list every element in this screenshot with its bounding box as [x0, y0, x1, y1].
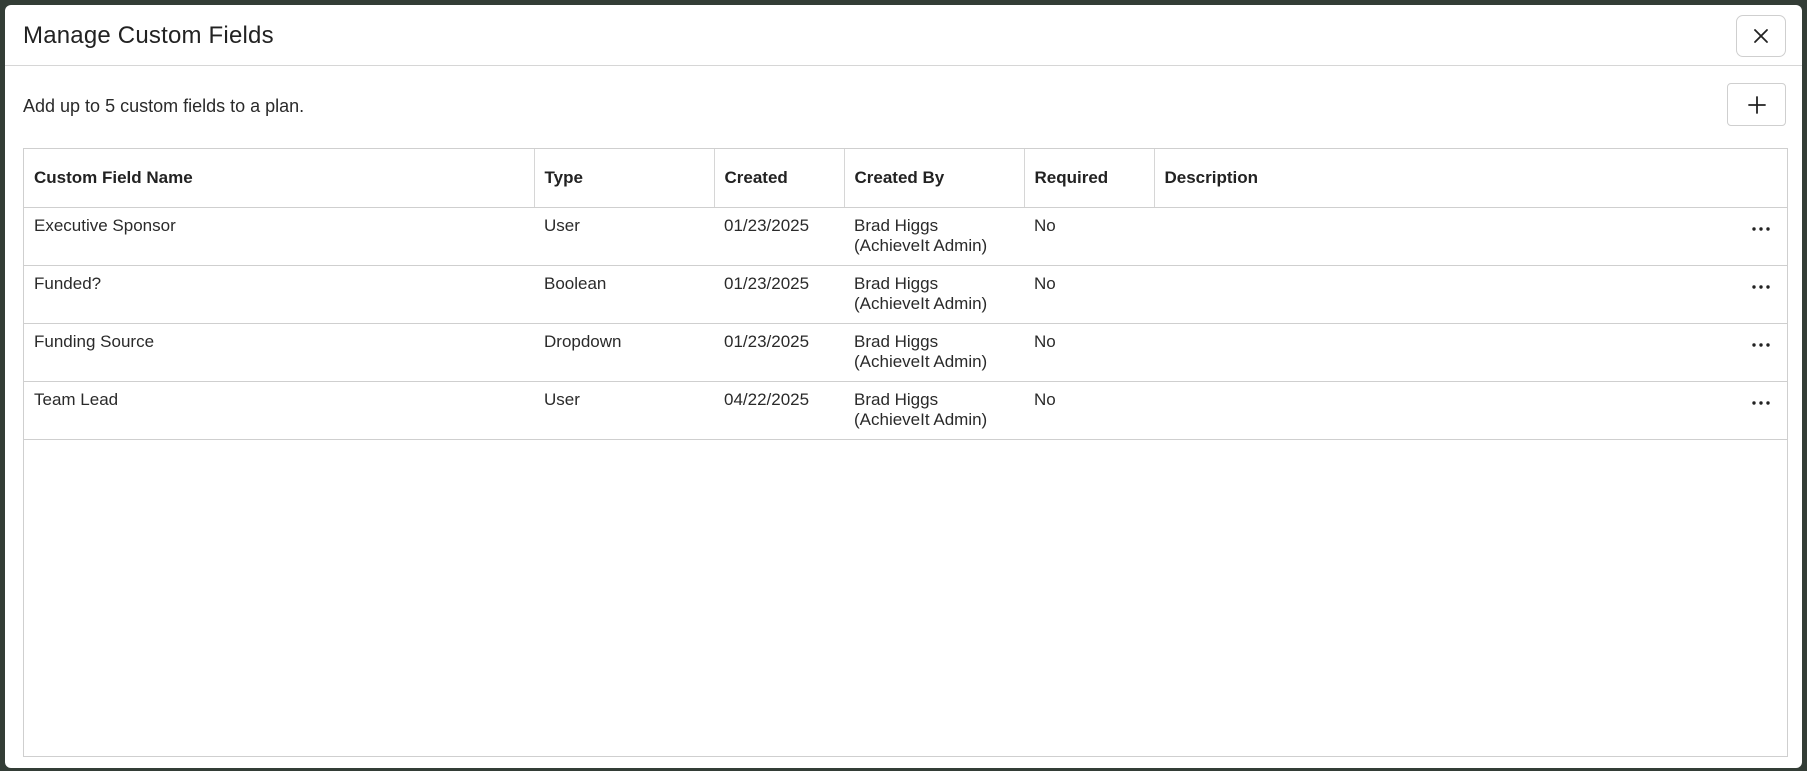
cell-actions: [1737, 323, 1787, 382]
dialog-title: Manage Custom Fields: [23, 22, 274, 49]
cell-required: No: [1024, 265, 1154, 324]
created-by-name: Brad Higgs: [854, 331, 939, 351]
close-button[interactable]: [1736, 15, 1786, 57]
cell-name: Funded?: [24, 265, 534, 324]
table-row[interactable]: Funding Source Dropdown 01/23/2025 Brad …: [24, 323, 1787, 382]
cell-type: User: [534, 381, 714, 440]
column-header-created[interactable]: Created: [714, 149, 845, 208]
cell-type: Dropdown: [534, 323, 714, 382]
column-header-created-by[interactable]: Created By: [844, 149, 1025, 208]
cell-actions: [1737, 265, 1787, 324]
cell-name: Funding Source: [24, 323, 534, 382]
cell-created: 01/23/2025: [714, 265, 844, 324]
table-row[interactable]: Team Lead User 04/22/2025 Brad Higgs (Ac…: [24, 381, 1787, 440]
column-header-name[interactable]: Custom Field Name: [24, 149, 535, 208]
column-header-type[interactable]: Type: [534, 149, 715, 208]
cell-name: Executive Sponsor: [24, 207, 534, 266]
created-by-name: Brad Higgs: [854, 389, 939, 409]
ellipsis-icon: [1752, 400, 1770, 405]
cell-created: 01/23/2025: [714, 207, 844, 266]
cell-type: Boolean: [534, 265, 714, 324]
created-by-role: (AchieveIt Admin): [854, 351, 988, 371]
row-menu-button[interactable]: [1747, 219, 1775, 239]
cell-actions: [1737, 207, 1787, 266]
cell-created-by: Brad Higgs (AchieveIt Admin): [844, 265, 1024, 324]
table-row[interactable]: Executive Sponsor User 01/23/2025 Brad H…: [24, 207, 1787, 266]
cell-actions: [1737, 381, 1787, 440]
cell-created-by: Brad Higgs (AchieveIt Admin): [844, 381, 1024, 440]
cell-name: Team Lead: [24, 381, 534, 440]
plus-icon: [1747, 95, 1766, 114]
row-menu-button[interactable]: [1747, 393, 1775, 413]
dialog-header: Manage Custom Fields: [5, 5, 1802, 66]
cell-required: No: [1024, 323, 1154, 382]
cell-description: [1154, 323, 1737, 382]
cell-required: No: [1024, 381, 1154, 440]
table-header-row: Custom Field Name Type Created Created B…: [24, 149, 1787, 208]
cell-required: No: [1024, 207, 1154, 266]
cell-created: 04/22/2025: [714, 381, 844, 440]
close-icon: [1754, 29, 1768, 43]
created-by-role: (AchieveIt Admin): [854, 235, 988, 255]
column-header-description[interactable]: Description: [1154, 149, 1787, 208]
ellipsis-icon: [1752, 284, 1770, 289]
cell-description: [1154, 265, 1737, 324]
ellipsis-icon: [1752, 226, 1770, 231]
column-header-required[interactable]: Required: [1024, 149, 1155, 208]
row-menu-button[interactable]: [1747, 335, 1775, 355]
cell-created: 01/23/2025: [714, 323, 844, 382]
manage-custom-fields-dialog: Manage Custom Fields Add up to 5 custom …: [5, 5, 1802, 768]
cell-created-by: Brad Higgs (AchieveIt Admin): [844, 323, 1024, 382]
cell-description: [1154, 207, 1737, 266]
created-by-name: Brad Higgs: [854, 215, 939, 235]
cell-type: User: [534, 207, 714, 266]
table-row[interactable]: Funded? Boolean 01/23/2025 Brad Higgs (A…: [24, 265, 1787, 324]
created-by-role: (AchieveIt Admin): [854, 293, 988, 313]
dialog-intro-text: Add up to 5 custom fields to a plan.: [23, 96, 305, 116]
add-custom-field-button[interactable]: [1727, 83, 1786, 126]
created-by-name: Brad Higgs: [854, 273, 939, 293]
ellipsis-icon: [1752, 342, 1770, 347]
cell-description: [1154, 381, 1737, 440]
created-by-role: (AchieveIt Admin): [854, 409, 988, 429]
cell-created-by: Brad Higgs (AchieveIt Admin): [844, 207, 1024, 266]
custom-fields-table: Custom Field Name Type Created Created B…: [23, 148, 1788, 757]
row-menu-button[interactable]: [1747, 277, 1775, 297]
